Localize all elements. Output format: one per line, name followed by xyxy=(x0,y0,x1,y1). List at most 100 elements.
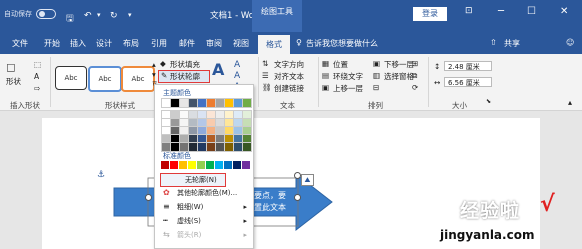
save-icon[interactable]: 🖫 xyxy=(66,11,74,27)
no-outline-item[interactable]: 无轮廓(N) xyxy=(160,173,226,187)
shapes-button[interactable]: 形状 xyxy=(6,76,21,87)
gallery-up-icon[interactable]: ▴ xyxy=(152,60,156,69)
wordart-quick-styles-icon[interactable]: A xyxy=(212,60,224,79)
resize-handle-left[interactable] xyxy=(145,194,152,201)
gallery-down-icon[interactable]: ▾ xyxy=(152,70,156,79)
shape-height-icon: ↕ xyxy=(434,62,441,71)
standard-color-swatch[interactable] xyxy=(179,161,187,169)
theme-color-swatch[interactable] xyxy=(242,98,252,108)
autosave-toggle[interactable]: 自动保存 xyxy=(4,9,57,19)
ribbon-display-options-icon[interactable]: ⊡ xyxy=(465,6,473,16)
position-icon[interactable]: ▦ xyxy=(322,59,329,68)
customize-qat-icon[interactable]: ▾ xyxy=(128,11,132,19)
standard-color-swatch[interactable] xyxy=(161,161,169,169)
text-outline-icon[interactable]: A xyxy=(234,71,240,81)
arrows-item[interactable]: ⇆ 箭头(R) ▸ xyxy=(155,229,253,241)
standard-color-swatch[interactable] xyxy=(197,161,205,169)
autosave-label: 自动保存 xyxy=(4,10,32,18)
shape-width-input[interactable]: 6.56 厘米 xyxy=(444,77,492,87)
redo-icon[interactable]: ↻ xyxy=(110,11,118,21)
no-outline-label: 无轮廓(N) xyxy=(185,176,217,184)
tab-home[interactable]: 开始 xyxy=(44,38,60,49)
shape-outline-button[interactable]: ✎ 形状轮廓 xyxy=(158,70,210,83)
tab-mailings[interactable]: 邮件 xyxy=(179,38,195,49)
wrap-text-button[interactable]: 环绕文字 xyxy=(333,71,363,82)
align-text-button[interactable]: 对齐文本 xyxy=(274,71,304,82)
text-fill-icon[interactable]: A xyxy=(234,60,240,70)
standard-color-swatch[interactable] xyxy=(215,161,223,169)
shape-fill-button[interactable]: 形状填充 xyxy=(170,59,200,70)
tab-design[interactable]: 设计 xyxy=(96,38,112,49)
create-link-icon[interactable]: ⛓ xyxy=(262,83,272,92)
selection-pane-icon[interactable]: ▥ xyxy=(373,71,380,80)
comments-icon[interactable]: ☺ xyxy=(566,38,574,47)
send-backward-icon[interactable]: ▣ xyxy=(373,59,380,68)
tab-layout[interactable]: 布局 xyxy=(123,38,139,49)
align-objects-icon[interactable]: ⊟ xyxy=(373,83,379,92)
standard-color-swatch[interactable] xyxy=(233,161,241,169)
align-text-icon[interactable]: ☰ xyxy=(262,71,269,80)
dashes-icon: ┅ xyxy=(163,216,168,225)
size-dialog-launcher-icon[interactable]: ⬊ xyxy=(486,98,491,105)
shape-text-line-1: 引读者的 xyxy=(254,179,286,188)
group-divider xyxy=(428,57,429,107)
shape-height-input[interactable]: 2.48 厘米 xyxy=(444,61,492,71)
style-preset-3[interactable]: Abc xyxy=(121,66,155,92)
send-backward-button[interactable]: 下移一层 xyxy=(384,59,414,70)
more-outline-colors-item[interactable]: ✿ 其他轮廓颜色(M)... xyxy=(155,187,253,199)
shapes-icon[interactable]: ◻ xyxy=(6,60,16,74)
collapse-ribbon-icon[interactable]: ▴ xyxy=(568,98,572,107)
share-icon[interactable]: ⇧ xyxy=(490,38,497,47)
layout-options-icon[interactable]: ⛰ xyxy=(301,174,314,186)
bring-forward-button[interactable]: 上移一层 xyxy=(333,83,363,94)
create-link-button[interactable]: 创建链接 xyxy=(274,83,304,94)
group-arrange-label: 排列 xyxy=(368,101,383,110)
style-preset-1[interactable]: Abc xyxy=(55,66,87,90)
arrow-shape-icon[interactable]: ⇨ xyxy=(34,84,40,93)
shape-text-line-2: 要点，要 xyxy=(254,191,286,200)
close-icon[interactable]: ✕ xyxy=(560,6,568,17)
align-icon[interactable]: ⊞ xyxy=(412,59,418,68)
rotate-icon[interactable]: ⟳ xyxy=(412,83,418,92)
resize-handle-top-right[interactable] xyxy=(294,172,301,179)
standard-color-swatch[interactable] xyxy=(170,161,178,169)
text-direction-button[interactable]: 文字方向 xyxy=(274,59,304,70)
edit-shape-icon[interactable]: ⬚ xyxy=(34,60,41,69)
weight-label: 粗细(W) xyxy=(177,203,204,211)
text-direction-icon[interactable]: ⇅ xyxy=(262,59,268,68)
textbox-icon[interactable]: A xyxy=(34,72,39,81)
position-button[interactable]: 位置 xyxy=(333,59,348,70)
share-button[interactable]: 共享 xyxy=(504,38,520,49)
standard-color-swatch[interactable] xyxy=(188,161,196,169)
style-preset-2[interactable]: Abc xyxy=(88,66,122,92)
tab-view[interactable]: 视图 xyxy=(233,38,249,49)
tab-review[interactable]: 审阅 xyxy=(206,38,222,49)
arrows-label: 箭头(R) xyxy=(177,231,202,239)
autosave-switch[interactable] xyxy=(36,9,57,19)
theme-color-swatch[interactable] xyxy=(242,142,252,152)
standard-color-swatch[interactable] xyxy=(206,161,214,169)
selection-pane-button[interactable]: 选择窗格 xyxy=(384,71,414,82)
standard-color-swatch[interactable] xyxy=(224,161,232,169)
resize-handle-right[interactable] xyxy=(294,194,301,201)
undo-dropdown-icon[interactable]: ▾ xyxy=(97,11,101,19)
bring-forward-icon[interactable]: ▣ xyxy=(322,83,329,92)
tell-me-box[interactable]: 告诉我您想要做什么 xyxy=(306,38,378,49)
weight-item[interactable]: ≡ 粗细(W) ▸ xyxy=(155,201,253,213)
standard-color-swatch[interactable] xyxy=(242,161,250,169)
shape-fill-icon[interactable]: ◆ xyxy=(160,59,166,68)
watermark-check: √ xyxy=(540,192,555,217)
tab-format[interactable]: 格式 xyxy=(258,35,290,54)
group-objects-icon[interactable]: ⧉ xyxy=(412,71,417,81)
group-divider xyxy=(258,57,259,107)
arrows-icon: ⇆ xyxy=(163,230,170,239)
maximize-icon[interactable]: ☐ xyxy=(527,6,536,17)
wrap-text-icon[interactable]: ▤ xyxy=(322,71,329,80)
tab-references[interactable]: 引用 xyxy=(151,38,167,49)
tab-file[interactable]: 文件 xyxy=(12,38,28,49)
tab-insert[interactable]: 插入 xyxy=(70,38,86,49)
minimize-icon[interactable]: ─ xyxy=(498,6,504,17)
dashes-item[interactable]: ┅ 虚线(S) ▸ xyxy=(155,215,253,227)
login-button[interactable]: 登录 xyxy=(413,7,447,21)
undo-icon[interactable]: ↶ xyxy=(84,11,92,21)
